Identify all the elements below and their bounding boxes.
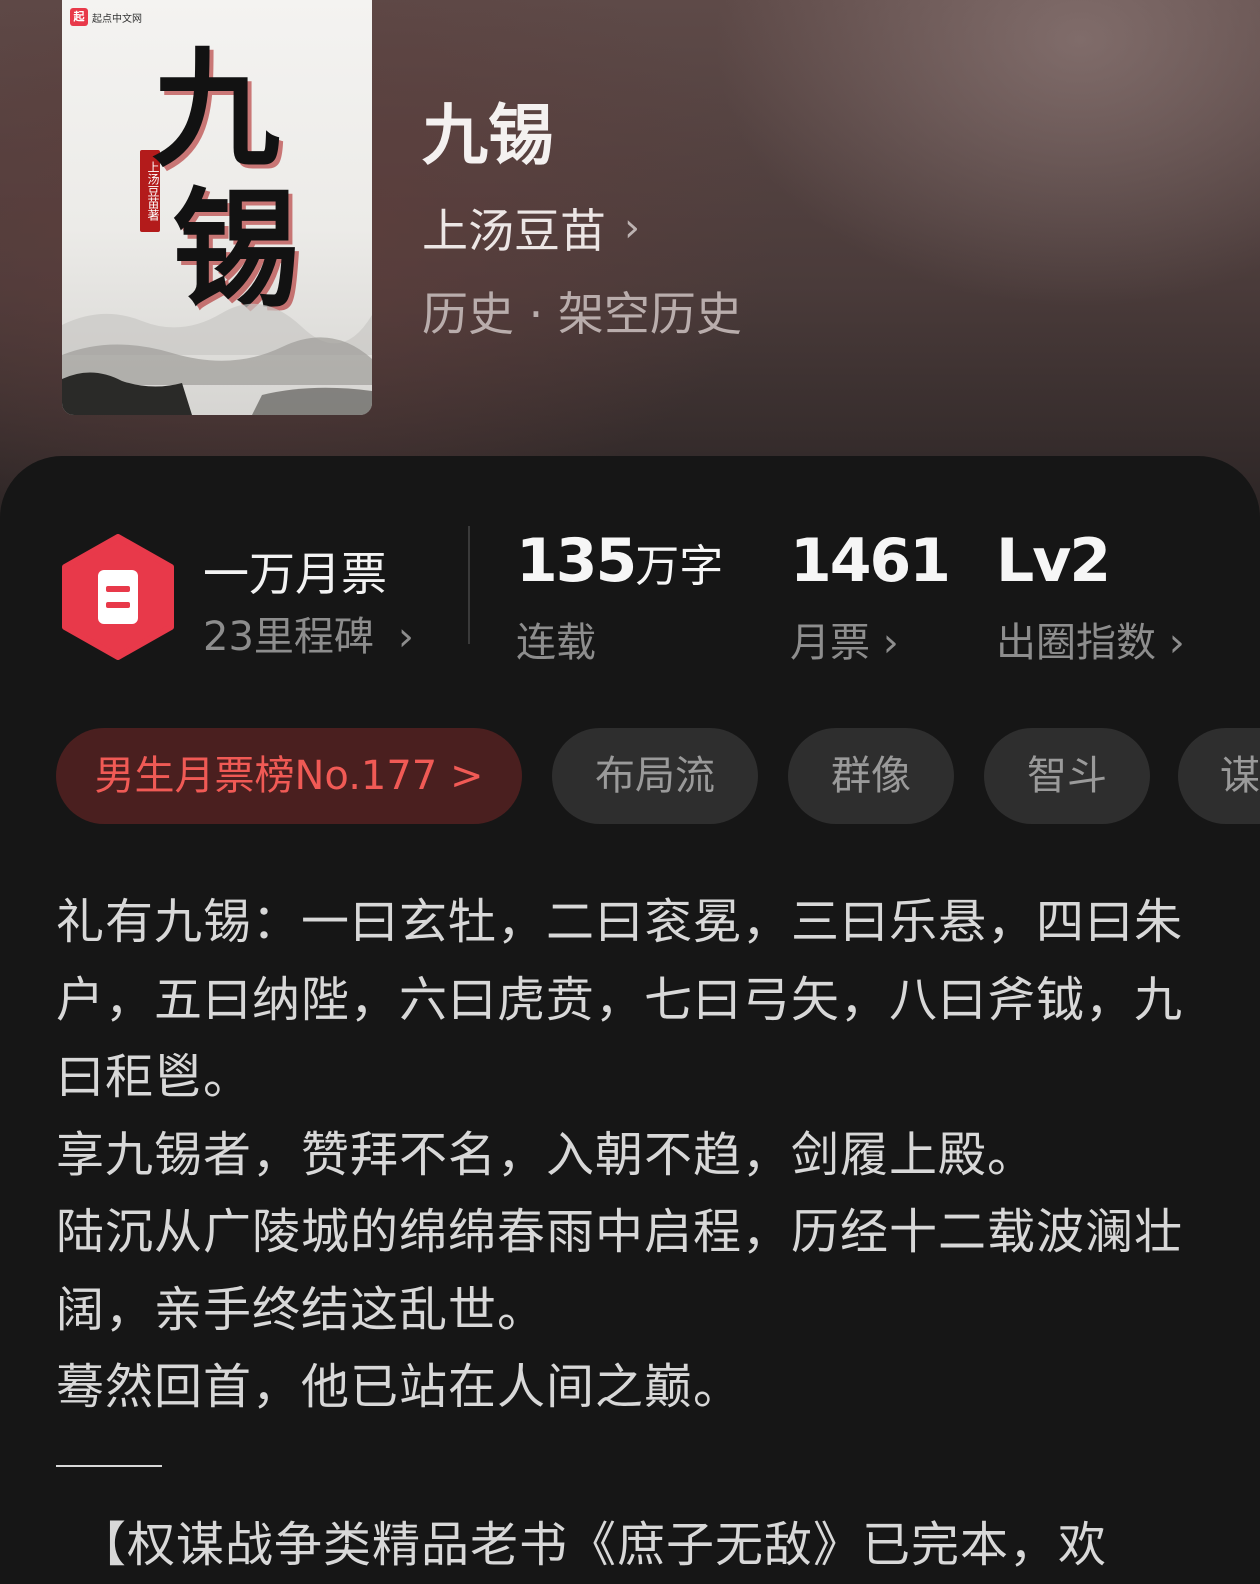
- chevron-right-icon: ›: [624, 205, 640, 251]
- word-count-number: 135: [516, 526, 635, 596]
- author-link[interactable]: 上汤豆苗 ›: [422, 195, 640, 261]
- word-count: 135万字: [516, 526, 723, 596]
- publisher-logo-icon: 起: [70, 8, 88, 26]
- description-note: 【权谋战争类精品老书《庶子无敌》已完本，欢: [78, 1507, 1206, 1584]
- monthly-votes-label: 月票: [790, 620, 870, 666]
- description-paragraph: 享九锡者，赞拜不名，入朝不趋，剑履上殿。: [56, 1117, 1206, 1195]
- description-divider: [56, 1465, 162, 1467]
- tag-chip[interactable]: 谋: [1178, 728, 1260, 824]
- stats-row: 一万月票 23里程碑 › 135万字 连载 1461 月票 › Lv2 出圈指数 …: [0, 526, 1260, 666]
- cover-mountains-art: [62, 255, 372, 415]
- publisher-label: 起点中文网: [92, 10, 142, 25]
- chevron-right-icon: ›: [1169, 620, 1185, 666]
- word-count-unit: 万字: [635, 541, 723, 592]
- popularity-index-link[interactable]: 出圈指数 ›: [996, 610, 1185, 668]
- description-paragraph: 礼有九锡：一曰玄牡，二曰衮冕，三曰乐悬，四曰朱户，五曰纳陛，六曰虎贲，七曰弓矢，…: [56, 884, 1206, 1117]
- milestone-count: 23里程碑: [203, 614, 374, 660]
- detail-panel: 一万月票 23里程碑 › 135万字 连载 1461 月票 › Lv2 出圈指数 …: [0, 456, 1260, 1581]
- monthly-votes-count: 1461: [790, 526, 949, 596]
- popularity-level: Lv2: [996, 526, 1109, 596]
- publisher-badge: 起 起点中文网: [70, 8, 142, 26]
- book-description[interactable]: 礼有九锡：一曰玄牡，二曰衮冕，三曰乐悬，四曰朱户，五曰纳陛，六曰虎贲，七曰弓矢，…: [56, 884, 1206, 1584]
- tag-chip[interactable]: 群像: [788, 728, 954, 824]
- monthly-votes-link[interactable]: 月票 ›: [790, 610, 899, 668]
- description-paragraph: 陆沉从广陵城的绵绵春雨中启程，历经十二载波澜壮阔，亲手终结这乱世。: [56, 1194, 1206, 1349]
- tag-chip[interactable]: 布局流: [552, 728, 758, 824]
- tag-row: 男生月票榜No.177 > 布局流 群像 智斗 谋: [0, 728, 1260, 824]
- book-genre: 历史 · 架空历史: [422, 278, 742, 344]
- author-name: 上汤豆苗: [422, 195, 606, 261]
- serial-status: 连载: [516, 610, 596, 668]
- chevron-right-icon: ›: [398, 614, 414, 660]
- description-paragraph: 蓦然回首，他已站在人间之巅。: [56, 1349, 1206, 1427]
- chevron-right-icon: ›: [883, 620, 899, 666]
- book-cover[interactable]: 起 起点中文网 上汤豆苗著 九 锡: [62, 0, 372, 415]
- popularity-index-label: 出圈指数: [996, 620, 1156, 666]
- ticket-hexagon-icon: [60, 534, 176, 660]
- rank-tag[interactable]: 男生月票榜No.177 >: [56, 728, 522, 824]
- milestone-title: 一万月票: [203, 538, 387, 604]
- stats-divider: [468, 526, 470, 644]
- milestone-link[interactable]: 23里程碑 ›: [203, 604, 414, 662]
- tag-chip[interactable]: 智斗: [984, 728, 1150, 824]
- book-title: 九锡: [422, 82, 554, 178]
- cover-title-char: 九: [152, 40, 352, 180]
